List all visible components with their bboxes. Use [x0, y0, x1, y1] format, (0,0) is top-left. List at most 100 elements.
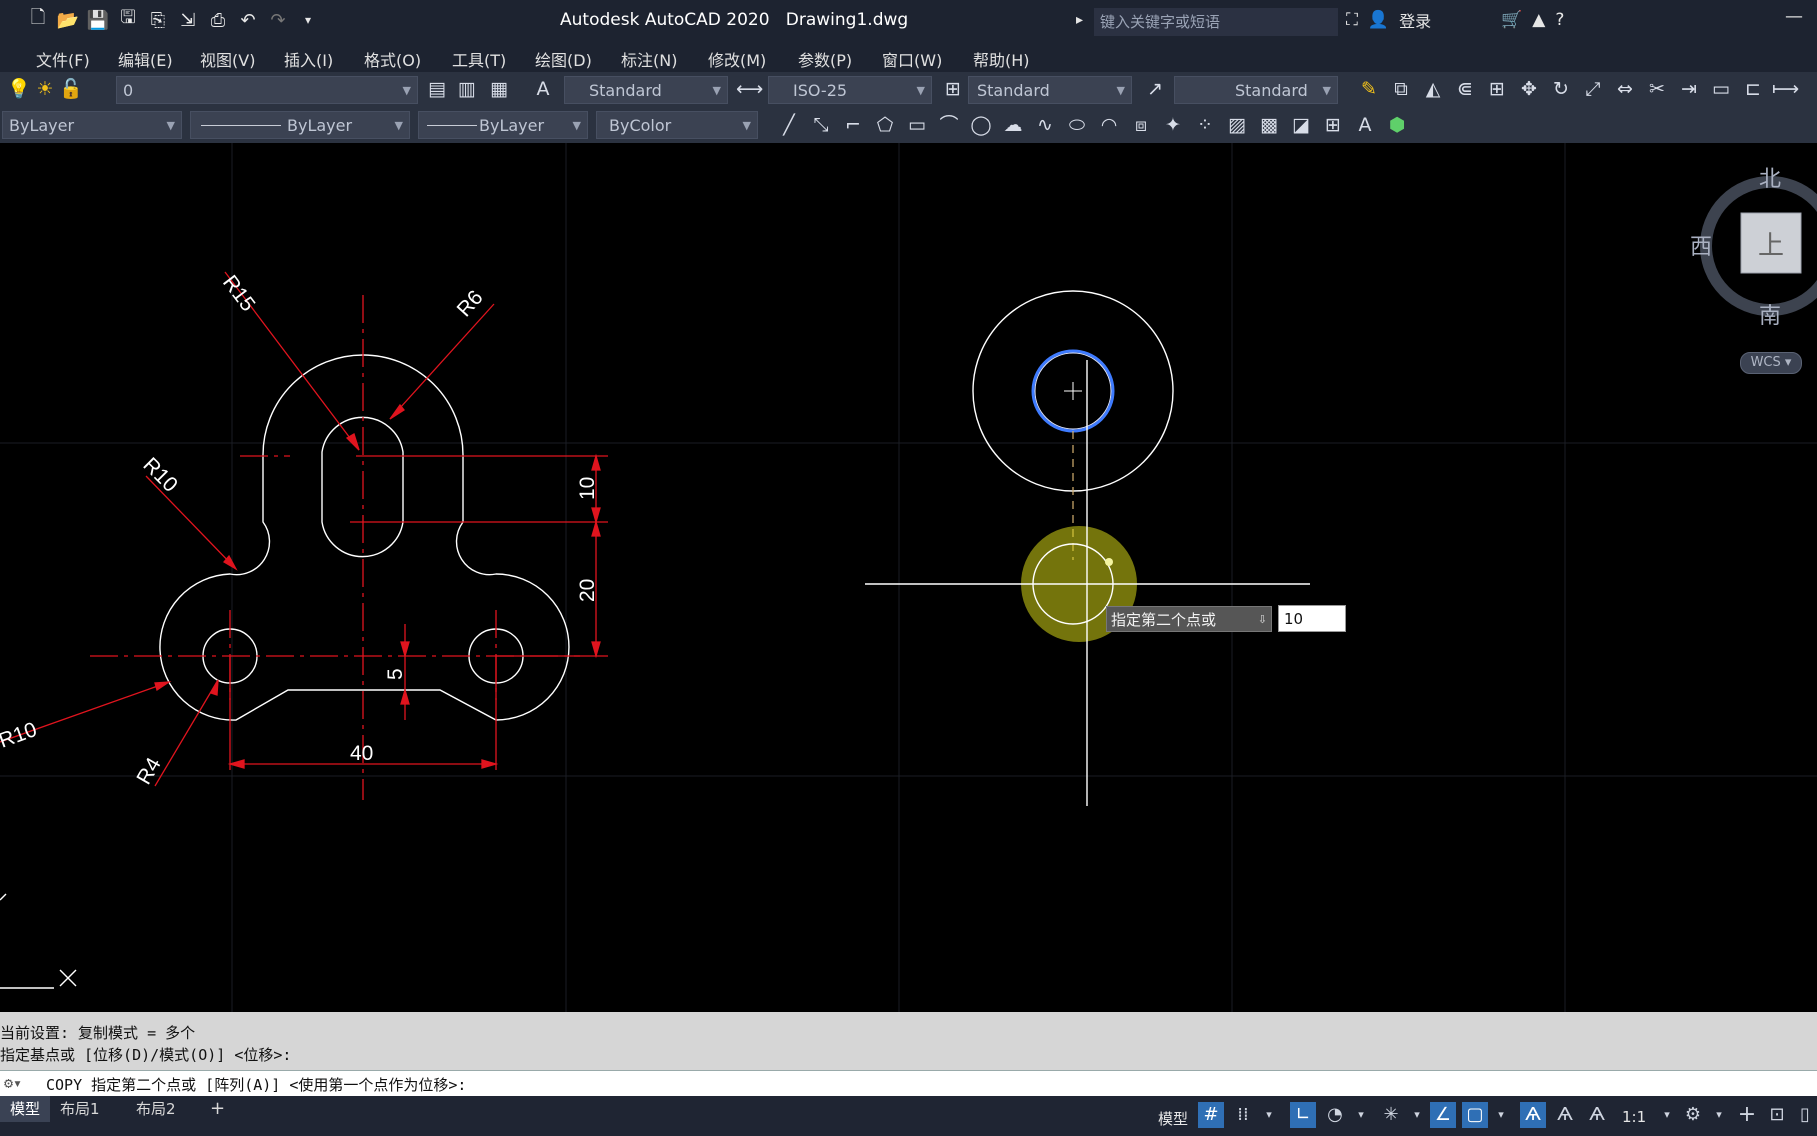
- menu-window[interactable]: 窗口(W): [882, 47, 942, 71]
- layer-lock-icon[interactable]: 🔓: [58, 76, 84, 102]
- menu-edit[interactable]: 编辑(E): [118, 47, 173, 71]
- object-snap-tracking-icon[interactable]: ∠: [1430, 1102, 1456, 1128]
- ortho-icon[interactable]: ∟: [1290, 1102, 1316, 1128]
- command-customize-icon[interactable]: ⚙▾: [4, 1074, 22, 1092]
- login-link[interactable]: 登录: [1399, 8, 1431, 32]
- polygon-icon[interactable]: ⬠: [872, 112, 898, 138]
- make-block-icon[interactable]: ✦: [1160, 112, 1186, 138]
- command-input[interactable]: ⚙▾ COPY 指定第二个点或 [阵列(A)] <使用第一个点作为位移>:: [0, 1070, 1817, 1097]
- binoculars-icon[interactable]: ⛶: [1346, 10, 1358, 30]
- point-icon[interactable]: ⁘: [1192, 112, 1218, 138]
- new-file-icon[interactable]: 🗋: [26, 7, 50, 32]
- annotation-visibility-icon[interactable]: Ѧ: [1520, 1102, 1546, 1128]
- compass-south[interactable]: 南: [1759, 298, 1781, 330]
- wcs-menu[interactable]: WCS ▾: [1740, 352, 1802, 374]
- layer-thaw-icon[interactable]: ☀: [32, 76, 58, 102]
- tab-layout2[interactable]: 布局2: [126, 1096, 186, 1122]
- viewcube-face-label[interactable]: 上: [1758, 225, 1784, 262]
- layer-previous-icon[interactable]: ▦: [486, 76, 512, 102]
- layer-combo[interactable]: 0 ▼: [116, 76, 418, 104]
- trim-icon[interactable]: ✂: [1644, 76, 1670, 102]
- cart-icon[interactable]: 🛒: [1501, 10, 1522, 30]
- import-icon[interactable]: ⇲: [176, 8, 200, 32]
- layer-properties-icon[interactable]: ▤: [424, 76, 450, 102]
- chevron-down-icon[interactable]: ▾: [1654, 1102, 1680, 1128]
- offset-icon[interactable]: ⋐: [1452, 76, 1478, 102]
- print-icon[interactable]: ⎙: [206, 8, 230, 32]
- chevron-down-icon[interactable]: ▾: [1488, 1102, 1514, 1128]
- annotation-scale-icon[interactable]: Ѧ: [1584, 1102, 1610, 1128]
- arc-icon[interactable]: ⌒: [936, 112, 962, 138]
- construction-line-icon[interactable]: ⤡: [808, 112, 834, 138]
- snap-icon[interactable]: ⁞⁞: [1230, 1102, 1256, 1128]
- ellipse-icon[interactable]: ⬭: [1064, 112, 1090, 138]
- grid-icon[interactable]: #: [1198, 1102, 1224, 1128]
- stretch-icon[interactable]: ⇔: [1612, 76, 1638, 102]
- array-icon[interactable]: ⊞: [1484, 76, 1510, 102]
- polyline-icon[interactable]: ⌐: [840, 112, 866, 138]
- dim-style-combo[interactable]: ISO-25 ▼: [768, 76, 932, 104]
- isodraft-icon[interactable]: ✳: [1378, 1102, 1404, 1128]
- join-icon[interactable]: ⊏: [1740, 76, 1766, 102]
- revcloud-icon[interactable]: ☁: [1000, 112, 1026, 138]
- menu-insert[interactable]: 插入(I): [284, 47, 333, 71]
- hatch-icon[interactable]: ▨: [1224, 112, 1250, 138]
- compass-north[interactable]: 北: [1759, 161, 1781, 193]
- redo-icon[interactable]: ↷: [266, 8, 290, 32]
- text-style-combo[interactable]: Standard ▼: [564, 76, 728, 104]
- menu-dimension[interactable]: 标注(N): [621, 47, 677, 71]
- save-as-icon[interactable]: 🖫: [116, 7, 140, 32]
- rectangle-icon[interactable]: ▭: [904, 112, 930, 138]
- units-icon[interactable]: ⊡: [1764, 1102, 1790, 1128]
- plot-style-combo[interactable]: ByColor ▼: [596, 111, 758, 139]
- rotate-icon[interactable]: ↻: [1548, 76, 1574, 102]
- line-icon[interactable]: ╱: [776, 112, 802, 138]
- erase-icon[interactable]: ✎: [1356, 76, 1382, 102]
- lineweight-combo[interactable]: ByLayer ▼: [418, 111, 588, 139]
- circle-icon[interactable]: ◯: [968, 112, 994, 138]
- extend-icon[interactable]: ⇥: [1676, 76, 1702, 102]
- menu-modify[interactable]: 修改(M): [708, 47, 766, 71]
- dim-style-icon[interactable]: ⟷: [736, 76, 763, 102]
- menu-tools[interactable]: 工具(T): [452, 47, 506, 71]
- insert-block-icon[interactable]: ⧈: [1128, 112, 1154, 138]
- chamfer-icon[interactable]: ⟼: [1772, 76, 1799, 102]
- dynamic-input-field[interactable]: 10: [1278, 605, 1346, 632]
- annotation-monitor-icon[interactable]: +: [1734, 1102, 1760, 1128]
- user-icon[interactable]: 👤: [1368, 10, 1389, 30]
- menu-view[interactable]: 视图(V): [200, 47, 255, 71]
- menu-help[interactable]: 帮助(H): [973, 47, 1030, 71]
- gradient-icon[interactable]: ▩: [1256, 112, 1282, 138]
- break-icon[interactable]: ▭: [1708, 76, 1734, 102]
- workspace-gear-icon[interactable]: ⚙: [1680, 1102, 1706, 1128]
- copy-icon[interactable]: ⧉: [1388, 76, 1414, 102]
- auto-scale-icon[interactable]: Ѧ: [1552, 1102, 1578, 1128]
- customize-icon[interactable]: ▯: [1792, 1102, 1817, 1128]
- compass-west[interactable]: 西: [1690, 229, 1712, 261]
- customize-dropdown-icon[interactable]: ▾: [296, 8, 320, 32]
- undo-icon[interactable]: ↶: [236, 8, 260, 32]
- table-style-combo[interactable]: Standard ▼: [968, 76, 1132, 104]
- chevron-right-icon[interactable]: ▸: [1076, 12, 1083, 28]
- menu-draw[interactable]: 绘图(D): [535, 47, 592, 71]
- tab-layout1[interactable]: 布局1: [50, 1096, 110, 1122]
- table-icon[interactable]: ⊞: [1320, 112, 1346, 138]
- a360-icon[interactable]: ▲: [1532, 10, 1545, 30]
- layer-on-icon[interactable]: 💡: [6, 76, 32, 102]
- drawing-svg[interactable]: R15 R6 R10 R10 R4 10 20 5 40: [0, 143, 1817, 1012]
- multiline-text-icon[interactable]: A: [1352, 112, 1378, 138]
- multileader-style-icon[interactable]: ↗: [1142, 76, 1168, 102]
- table-style-icon[interactable]: ⊞: [940, 76, 966, 102]
- object-snap-icon[interactable]: ▢: [1462, 1102, 1488, 1128]
- help-icon[interactable]: ?: [1555, 10, 1564, 30]
- color-combo[interactable]: ByLayer ▼: [2, 111, 182, 139]
- chevron-down-icon[interactable]: ▾: [1706, 1102, 1732, 1128]
- mirror-icon[interactable]: ◭: [1420, 76, 1446, 102]
- open-folder-icon[interactable]: 📂: [56, 8, 80, 32]
- save-icon[interactable]: 💾: [86, 8, 110, 32]
- annotation-scale-value[interactable]: 1:1: [1622, 1108, 1646, 1126]
- scale-icon[interactable]: ⤢: [1580, 76, 1606, 102]
- menu-parametric[interactable]: 参数(P): [798, 47, 852, 71]
- drawing-canvas[interactable]: R15 R6 R10 R10 R4 10 20 5 40 北 南 西 上 WCS…: [0, 143, 1817, 1012]
- linetype-combo[interactable]: ByLayer ▼: [190, 111, 410, 139]
